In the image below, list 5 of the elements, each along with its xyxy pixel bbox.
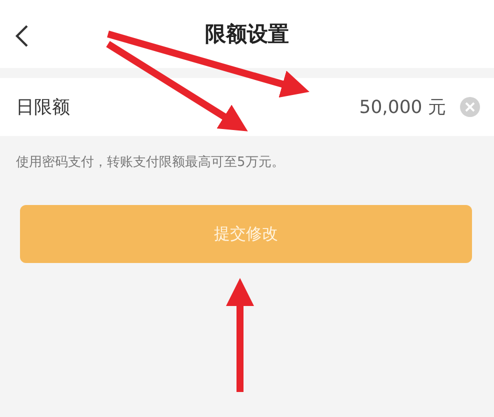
- back-icon[interactable]: [14, 24, 30, 48]
- page-title: 限额设置: [205, 21, 289, 48]
- limit-label: 日限额: [16, 96, 71, 119]
- limit-hint: 使用密码支付，转账支付限额最高可至5万元。: [15, 154, 286, 171]
- limit-value[interactable]: 50,000 元: [359, 95, 446, 119]
